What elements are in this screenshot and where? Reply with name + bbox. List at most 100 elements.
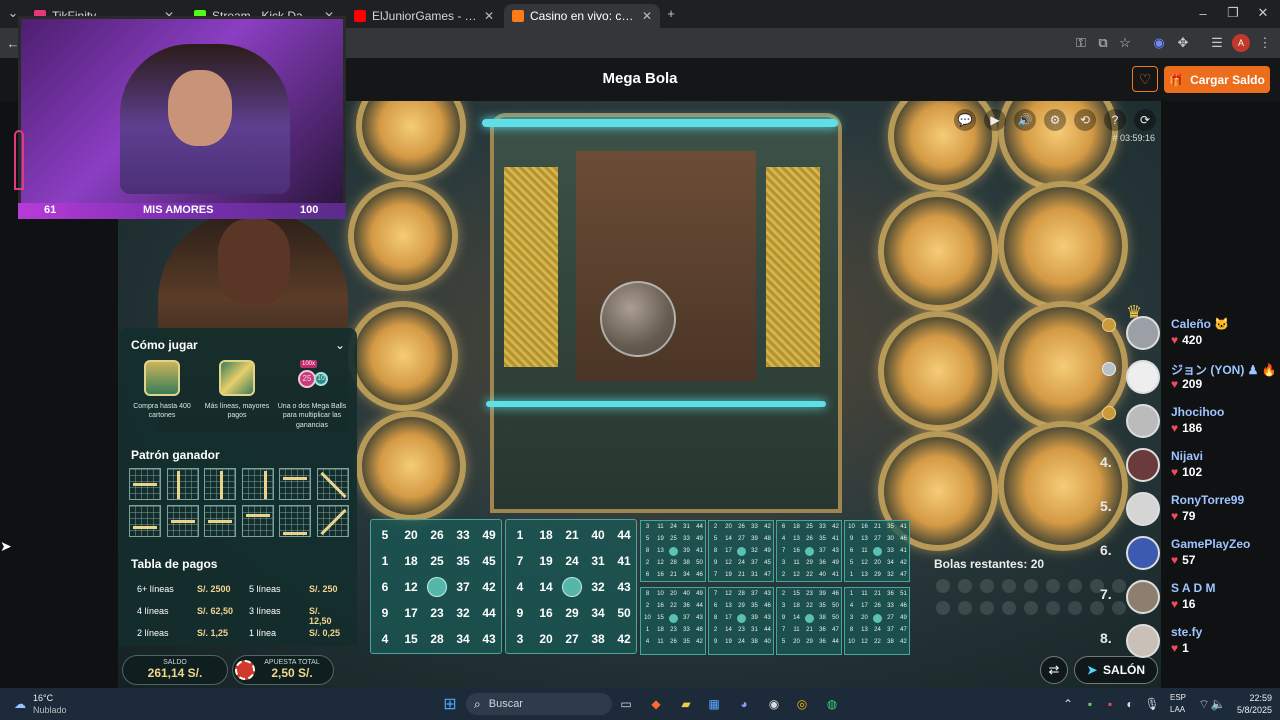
- deposit-button[interactable]: 🎁 Cargar Saldo: [1164, 66, 1270, 93]
- clock-time[interactable]: 22:59: [1236, 693, 1272, 703]
- lang-top[interactable]: ESP: [1170, 693, 1186, 702]
- minimize-icon[interactable]: –: [1194, 4, 1212, 22]
- mini-cell: 7: [713, 591, 718, 597]
- bingo-cell: 21: [565, 528, 579, 542]
- puzzle-icon[interactable]: ✥: [1174, 34, 1192, 52]
- mini-card[interactable]: 10 16 21 35 41 9 13 27 30 46 6 11 33 41 5 12 20 34 42 1 13 29…: [844, 520, 910, 582]
- favorite-button[interactable]: ♡: [1132, 66, 1158, 92]
- mini-card[interactable]: 1 11 21 36 51 4 17 26 33 46 3 20 27 49 8 13 24 37 47 10 12 22…: [844, 587, 910, 655]
- heart-icon: ♥: [1171, 377, 1179, 391]
- settings-icon[interactable]: ⚙: [1044, 109, 1066, 131]
- mini-cell: 50: [696, 560, 703, 566]
- menu-kebab-icon[interactable]: ⋮: [1256, 34, 1274, 52]
- mini-cell: 46: [900, 536, 907, 542]
- bookmark-star-icon[interactable]: ☆: [1116, 34, 1134, 52]
- discord-icon[interactable]: ◕: [734, 694, 754, 714]
- history-icon[interactable]: ⟲: [1074, 109, 1096, 131]
- video-icon[interactable]: ▶: [984, 109, 1006, 131]
- mini-cell: 41: [832, 536, 839, 542]
- swap-button[interactable]: ⇄: [1040, 656, 1068, 684]
- gift-score: ♥ 1: [1171, 641, 1189, 655]
- lang-bottom[interactable]: LAA: [1170, 705, 1185, 714]
- goal-label: MIS AMORES: [143, 204, 214, 216]
- chat-icon[interactable]: 💬: [954, 109, 976, 131]
- speaker-icon[interactable]: 🔈: [1208, 694, 1228, 714]
- media-icon[interactable]: ☰: [1208, 34, 1226, 52]
- new-tab-icon[interactable]: +: [662, 4, 680, 22]
- help-icon[interactable]: ?: [1104, 109, 1126, 131]
- bingo-card[interactable]: 5 20 26 33 49 1 18 25 35 45 6 12 37 42 9 17 23 32 44 4 15 28 3…: [370, 519, 502, 654]
- mini-cell: 22: [806, 603, 813, 609]
- bet-box[interactable]: APUESTA TOTAL 2,50 S/.: [232, 655, 334, 685]
- mini-cell: 42: [900, 560, 907, 566]
- task-view-icon[interactable]: ▭: [616, 694, 636, 714]
- refresh-icon[interactable]: ⟳: [1134, 109, 1156, 131]
- tab-close-icon[interactable]: ✕: [484, 9, 494, 23]
- browser-tab[interactable]: Casino en vivo: con los mejores ✕: [504, 4, 660, 28]
- obs-icon[interactable]: ◉: [764, 694, 784, 714]
- mini-card[interactable]: 3 11 24 31 44 5 19 25 33 49 8 13 39 41 2 12 28 38 50 6 16 21 3…: [640, 520, 706, 582]
- install-icon[interactable]: ⧉: [1094, 34, 1112, 52]
- tab-title: Casino en vivo: con los mejores: [530, 9, 636, 23]
- close-window-icon[interactable]: ✕: [1254, 4, 1272, 22]
- mini-cell: 50: [832, 615, 839, 621]
- mouse-cursor-icon: ➤: [0, 538, 12, 554]
- mini-cell: 1: [645, 627, 650, 633]
- whatsapp-icon[interactable]: ◍: [822, 694, 842, 714]
- extension-icon[interactable]: ◉: [1150, 34, 1168, 52]
- chevron-down-icon[interactable]: ⌄: [335, 338, 345, 352]
- gift-score-value: 57: [1182, 553, 1196, 567]
- username: ste.fy: [1171, 625, 1203, 639]
- bingo-cell: 5: [381, 528, 389, 542]
- pattern-card: [279, 505, 311, 537]
- mini-card[interactable]: 8 10 20 40 49 2 16 22 36 44 10 15 37 43 1 18 23 33 48 4 11 26…: [640, 587, 706, 655]
- tray-app-icon[interactable]: ▪: [1080, 694, 1100, 714]
- taskbar-search[interactable]: ⌕ Buscar: [466, 693, 612, 715]
- bingo-cell: 34: [456, 632, 470, 646]
- browser-tab[interactable]: ElJuniorGames - YouTube ✕: [346, 4, 502, 28]
- bingo-cell: 42: [482, 580, 496, 594]
- mini-card[interactable]: 2 15 23 39 46 3 18 22 35 50 9 14 38 50 7 11 21 36 47 5 20 29 3…: [776, 587, 842, 655]
- mini-cell: 18: [793, 603, 800, 609]
- avatar: [1126, 316, 1160, 350]
- mic-icon[interactable]: 🎙: [1142, 694, 1162, 714]
- bingo-cell: 24: [565, 554, 579, 568]
- weather-icon[interactable]: ☁: [10, 694, 30, 714]
- mini-card[interactable]: 2 20 26 33 42 5 14 27 39 48 8 17 32 49 9 12 24 37 45 7 19 21 3…: [708, 520, 774, 582]
- mini-cell: 6: [713, 603, 718, 609]
- mini-cell: 26: [670, 639, 677, 645]
- volume-icon[interactable]: 🔊: [1014, 109, 1036, 131]
- store-icon[interactable]: ▦: [704, 694, 724, 714]
- mini-cell: 22: [670, 603, 677, 609]
- tab-close-icon[interactable]: ✕: [642, 9, 652, 23]
- mini-cell: 43: [764, 615, 771, 621]
- bingo-cell: 31: [591, 554, 605, 568]
- windows-start-icon[interactable]: ⊞: [440, 694, 460, 714]
- tray-app-icon[interactable]: ▪: [1100, 694, 1120, 714]
- key-icon[interactable]: ⚿: [1072, 34, 1090, 52]
- bingo-card[interactable]: 1 18 21 40 44 7 19 24 31 41 4 14 32 43 9 16 29 34 50 3 20 27 3…: [505, 519, 637, 654]
- chevron-up-icon[interactable]: ⌃: [1058, 694, 1078, 714]
- mini-cell: 44: [696, 524, 703, 530]
- mini-card[interactable]: 7 12 28 37 43 6 13 29 35 46 8 17 39 43 2 14 23 31 44 9 19 24 3…: [708, 587, 774, 655]
- profile-avatar[interactable]: A: [1232, 34, 1250, 52]
- bingo-cell: 3: [516, 632, 524, 646]
- gift-icon: 🎁: [1169, 72, 1185, 87]
- pattern-title: Patrón ganador: [131, 448, 220, 462]
- username: ジョン (YON) ♟ 🔥: [1171, 363, 1277, 377]
- mini-cell: 12: [861, 639, 868, 645]
- mini-cell: 11: [657, 639, 664, 645]
- mini-cell: 9: [713, 560, 718, 566]
- mini-cell: 24: [738, 560, 745, 566]
- goal-target: 100: [300, 204, 319, 216]
- maximize-icon[interactable]: ❐: [1224, 4, 1242, 22]
- mini-cell: 35: [887, 524, 894, 530]
- chrome-icon[interactable]: ◎: [792, 694, 812, 714]
- leaderboard-row: ジョン (YON) ♟ 🔥 ♥ 209: [1100, 360, 1280, 404]
- clock-date[interactable]: 5/8/2025: [1226, 705, 1272, 715]
- steam-icon[interactable]: ◐: [1120, 694, 1140, 714]
- folder-icon[interactable]: ▰: [676, 694, 696, 714]
- decor-ring: [878, 311, 998, 431]
- mini-card[interactable]: 6 18 25 33 42 4 13 26 35 41 7 16 37 43 3 11 29 36 49 2 12 22 4…: [776, 520, 842, 582]
- brave-icon[interactable]: ◆: [646, 694, 666, 714]
